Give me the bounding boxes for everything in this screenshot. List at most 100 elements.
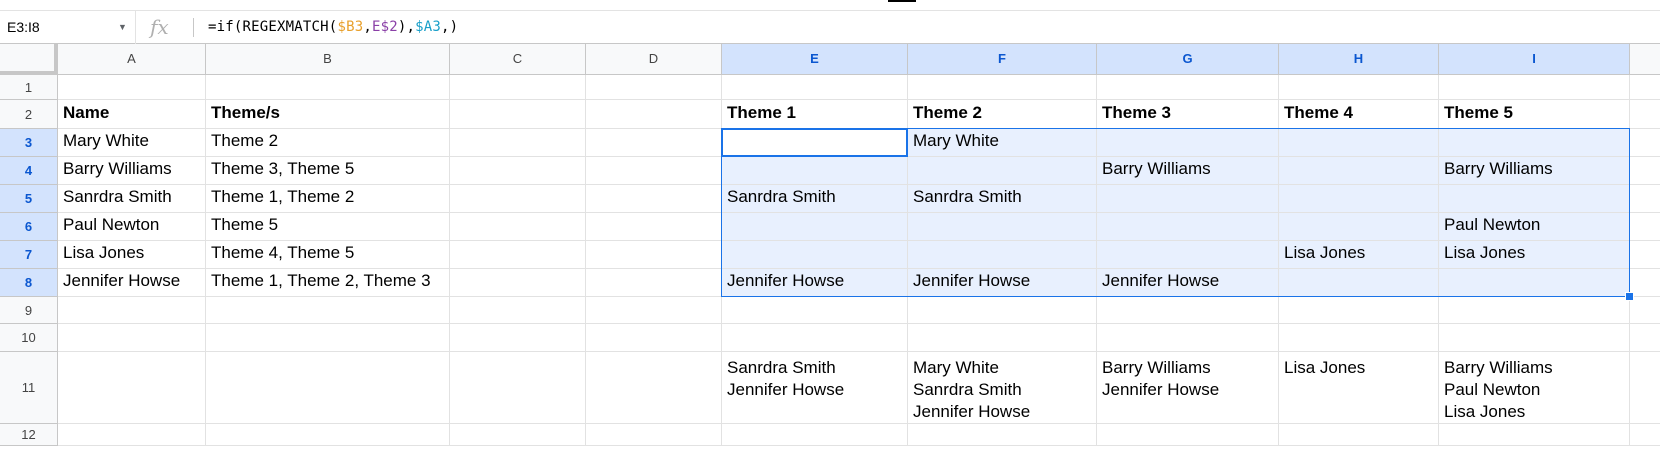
cell-f7[interactable] bbox=[908, 241, 1097, 269]
cell-e9[interactable] bbox=[722, 297, 908, 324]
cell-a7[interactable]: Lisa Jones bbox=[58, 241, 206, 269]
cell-f4[interactable] bbox=[908, 157, 1097, 185]
cell-f9[interactable] bbox=[908, 297, 1097, 324]
cell-i4[interactable]: Barry Williams bbox=[1439, 157, 1630, 185]
cell-a6[interactable]: Paul Newton bbox=[58, 213, 206, 241]
cell-d10[interactable] bbox=[586, 324, 722, 352]
cell-e2[interactable]: Theme 1 bbox=[722, 100, 908, 129]
chevron-down-icon[interactable]: ▼ bbox=[118, 11, 127, 44]
cell-g3[interactable] bbox=[1097, 129, 1279, 157]
row-header-3[interactable]: 3 bbox=[0, 129, 58, 157]
cell-h3[interactable] bbox=[1279, 129, 1439, 157]
column-header-i[interactable]: I bbox=[1439, 44, 1630, 75]
cell-f10[interactable] bbox=[908, 324, 1097, 352]
cell-b7[interactable]: Theme 4, Theme 5 bbox=[206, 241, 450, 269]
cell-c8[interactable] bbox=[450, 269, 586, 297]
cell-a11[interactable] bbox=[58, 352, 206, 424]
cell-c7[interactable] bbox=[450, 241, 586, 269]
cell-i8[interactable] bbox=[1439, 269, 1630, 297]
cell-g6[interactable] bbox=[1097, 213, 1279, 241]
cell-g11[interactable]: Barry Williams Jennifer Howse bbox=[1097, 352, 1279, 424]
cell-i7[interactable]: Lisa Jones bbox=[1439, 241, 1630, 269]
cell-h9[interactable] bbox=[1279, 297, 1439, 324]
cell-a10[interactable] bbox=[58, 324, 206, 352]
cell-d11[interactable] bbox=[586, 352, 722, 424]
cell-d12[interactable] bbox=[586, 424, 722, 446]
cell-c11[interactable] bbox=[450, 352, 586, 424]
cell-g8[interactable]: Jennifer Howse bbox=[1097, 269, 1279, 297]
cell-i12[interactable] bbox=[1439, 424, 1630, 446]
cell-b8[interactable]: Theme 1, Theme 2, Theme 3 bbox=[206, 269, 450, 297]
cell-e12[interactable] bbox=[722, 424, 908, 446]
row-header-9[interactable]: 9 bbox=[0, 297, 58, 324]
cell-e7[interactable] bbox=[722, 241, 908, 269]
cell-c6[interactable] bbox=[450, 213, 586, 241]
row-header-4[interactable]: 4 bbox=[0, 157, 58, 185]
cell-d2[interactable] bbox=[586, 100, 722, 129]
cell-e1[interactable] bbox=[722, 75, 908, 100]
cell-f2[interactable]: Theme 2 bbox=[908, 100, 1097, 129]
cell-e3[interactable] bbox=[722, 129, 908, 157]
cell-b3[interactable]: Theme 2 bbox=[206, 129, 450, 157]
cell-g9[interactable] bbox=[1097, 297, 1279, 324]
cell-g7[interactable] bbox=[1097, 241, 1279, 269]
cell-a2[interactable]: Name bbox=[58, 100, 206, 129]
column-header-e[interactable]: E bbox=[722, 44, 908, 75]
cell-b12[interactable] bbox=[206, 424, 450, 446]
cell-a8[interactable]: Jennifer Howse bbox=[58, 269, 206, 297]
column-header-c[interactable]: C bbox=[450, 44, 586, 75]
cell-f6[interactable] bbox=[908, 213, 1097, 241]
cell-d4[interactable] bbox=[586, 157, 722, 185]
cell-d8[interactable] bbox=[586, 269, 722, 297]
cell-b4[interactable]: Theme 3, Theme 5 bbox=[206, 157, 450, 185]
cell-e5[interactable]: Sanrdra Smith bbox=[722, 185, 908, 213]
cell-c12[interactable] bbox=[450, 424, 586, 446]
column-header-a[interactable]: A bbox=[58, 44, 206, 75]
cell-h5[interactable] bbox=[1279, 185, 1439, 213]
cell-i9[interactable] bbox=[1439, 297, 1630, 324]
cell-g2[interactable]: Theme 3 bbox=[1097, 100, 1279, 129]
cell-g4[interactable]: Barry Williams bbox=[1097, 157, 1279, 185]
cell-h8[interactable] bbox=[1279, 269, 1439, 297]
cell-d5[interactable] bbox=[586, 185, 722, 213]
cell-i11[interactable]: Barry Williams Paul Newton Lisa Jones bbox=[1439, 352, 1630, 424]
cell-g12[interactable] bbox=[1097, 424, 1279, 446]
row-header-8[interactable]: 8 bbox=[0, 269, 58, 297]
cell-a5[interactable]: Sanrdra Smith bbox=[58, 185, 206, 213]
cell-e8[interactable]: Jennifer Howse bbox=[722, 269, 908, 297]
cell-h10[interactable] bbox=[1279, 324, 1439, 352]
cell-h4[interactable] bbox=[1279, 157, 1439, 185]
cell-c1[interactable] bbox=[450, 75, 586, 100]
cell-d3[interactable] bbox=[586, 129, 722, 157]
cell-b10[interactable] bbox=[206, 324, 450, 352]
cell-h6[interactable] bbox=[1279, 213, 1439, 241]
column-header-f[interactable]: F bbox=[908, 44, 1097, 75]
cell-a4[interactable]: Barry Williams bbox=[58, 157, 206, 185]
cell-f5[interactable]: Sanrdra Smith bbox=[908, 185, 1097, 213]
formula-input[interactable]: =if(REGEXMATCH($B3,E$2),$A3,) bbox=[208, 11, 458, 44]
cell-h7[interactable]: Lisa Jones bbox=[1279, 241, 1439, 269]
cell-f3[interactable]: Mary White bbox=[908, 129, 1097, 157]
cell-b11[interactable] bbox=[206, 352, 450, 424]
cell-b1[interactable] bbox=[206, 75, 450, 100]
column-header-d[interactable]: D bbox=[586, 44, 722, 75]
cell-c2[interactable] bbox=[450, 100, 586, 129]
cell-b2[interactable]: Theme/s bbox=[206, 100, 450, 129]
cell-i10[interactable] bbox=[1439, 324, 1630, 352]
cell-e6[interactable] bbox=[722, 213, 908, 241]
cell-c5[interactable] bbox=[450, 185, 586, 213]
cell-e4[interactable] bbox=[722, 157, 908, 185]
cell-h1[interactable] bbox=[1279, 75, 1439, 100]
name-box[interactable]: E3:I8 ▼ bbox=[0, 11, 136, 44]
cell-a9[interactable] bbox=[58, 297, 206, 324]
column-header-g[interactable]: G bbox=[1097, 44, 1279, 75]
cell-i6[interactable]: Paul Newton bbox=[1439, 213, 1630, 241]
cell-g5[interactable] bbox=[1097, 185, 1279, 213]
cell-i1[interactable] bbox=[1439, 75, 1630, 100]
fill-handle[interactable] bbox=[1625, 292, 1634, 301]
row-header-10[interactable]: 10 bbox=[0, 324, 58, 352]
cell-g10[interactable] bbox=[1097, 324, 1279, 352]
cell-i3[interactable] bbox=[1439, 129, 1630, 157]
cell-b5[interactable]: Theme 1, Theme 2 bbox=[206, 185, 450, 213]
cell-a3[interactable]: Mary White bbox=[58, 129, 206, 157]
